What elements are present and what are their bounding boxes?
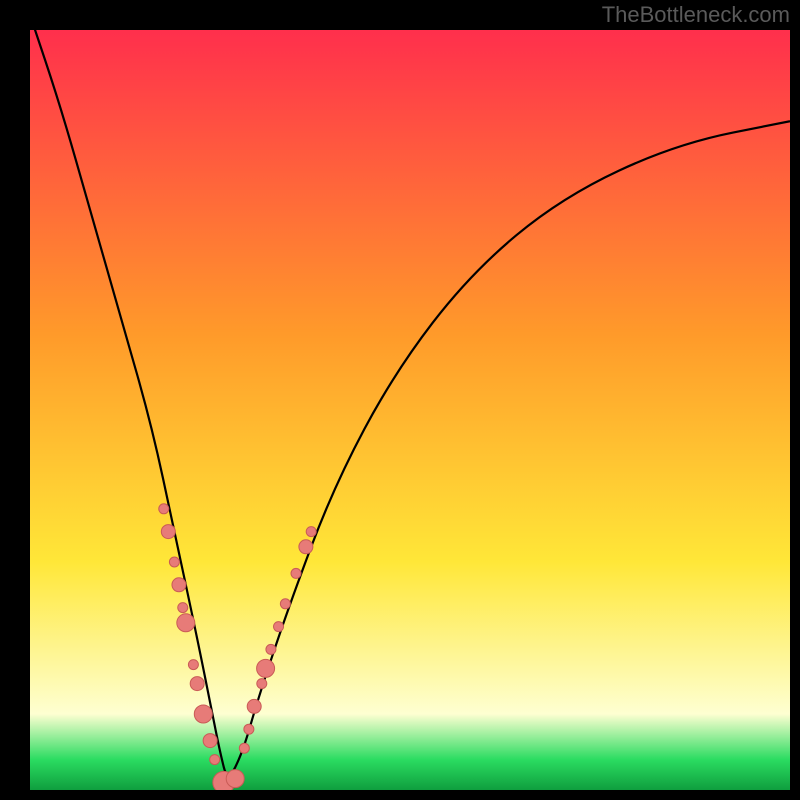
watermark: TheBottleneck.com xyxy=(602,2,790,28)
data-point xyxy=(190,677,204,691)
data-point xyxy=(178,603,188,613)
data-point xyxy=(161,525,175,539)
plot-background xyxy=(30,30,790,790)
data-point xyxy=(188,660,198,670)
data-point xyxy=(257,679,267,689)
data-point xyxy=(257,659,275,677)
data-point xyxy=(169,557,179,567)
data-point xyxy=(266,644,276,654)
data-point xyxy=(280,599,290,609)
data-point xyxy=(194,705,212,723)
data-point xyxy=(172,578,186,592)
data-point xyxy=(177,614,195,632)
bottleneck-chart xyxy=(0,0,800,800)
data-point xyxy=(244,724,254,734)
data-point xyxy=(306,527,316,537)
data-point xyxy=(203,734,217,748)
chart-container: { "watermark": "TheBottleneck.com", "col… xyxy=(0,0,800,800)
data-point xyxy=(159,504,169,514)
data-point xyxy=(226,770,244,788)
data-point xyxy=(299,540,313,554)
data-point xyxy=(210,755,220,765)
data-point xyxy=(291,568,301,578)
data-point xyxy=(239,743,249,753)
data-point xyxy=(247,699,261,713)
data-point xyxy=(274,622,284,632)
